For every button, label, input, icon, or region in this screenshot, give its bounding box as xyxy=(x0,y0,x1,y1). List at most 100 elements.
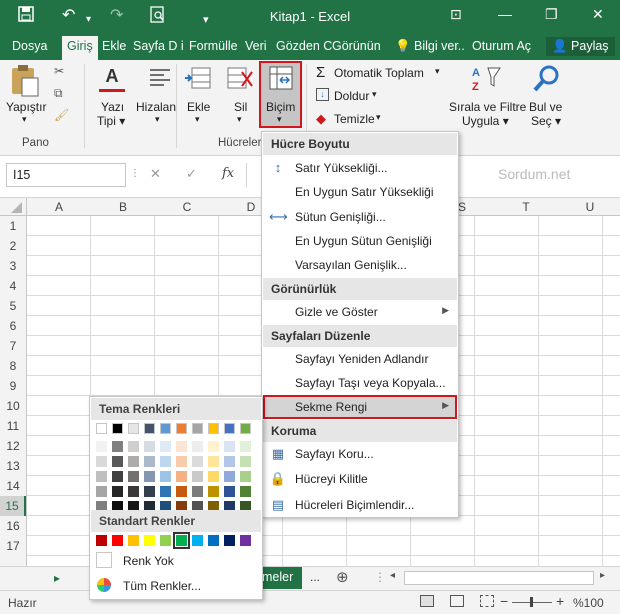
delete-dropdown-icon[interactable]: ▾ xyxy=(237,114,242,125)
column-header-a[interactable]: A xyxy=(27,200,91,214)
menu-item-default-width[interactable]: Varsayılan Genişlik... xyxy=(263,253,457,277)
page-break-view-icon[interactable] xyxy=(480,595,494,607)
insert-function-icon[interactable]: fx xyxy=(222,166,234,181)
enter-icon[interactable]: ✓ xyxy=(186,166,197,182)
theme-shade-swatch[interactable] xyxy=(240,441,251,452)
restore-icon[interactable]: ❐ xyxy=(545,6,558,23)
sign-in-link[interactable]: Oturum Aç xyxy=(472,39,531,53)
tell-me-box[interactable]: 💡 Bilgi ver.. xyxy=(395,39,465,54)
theme-shade-swatch[interactable] xyxy=(240,486,251,497)
theme-shade-swatch[interactable] xyxy=(160,441,171,452)
theme-color-swatch[interactable] xyxy=(208,423,219,434)
row-header[interactable]: 6 xyxy=(0,319,26,333)
menu-item-autofit-row-height[interactable]: En Uygun Satır Yüksekliği xyxy=(263,180,457,204)
column-header-c[interactable]: C xyxy=(155,200,219,214)
theme-color-swatch[interactable] xyxy=(112,423,123,434)
row-header[interactable]: 3 xyxy=(0,259,26,273)
hscroll-separator-icon[interactable]: ⋮ xyxy=(374,570,386,584)
theme-shade-swatch[interactable] xyxy=(176,486,187,497)
standard-color-swatch[interactable] xyxy=(192,535,203,546)
alignment-dropdown-icon[interactable]: ▾ xyxy=(155,114,160,125)
menu-item-tab-color[interactable]: Sekme Rengi ▶ xyxy=(263,395,457,419)
theme-shade-swatch[interactable] xyxy=(112,456,123,467)
clear-button[interactable]: Temizle xyxy=(334,112,375,126)
theme-shade-swatch[interactable] xyxy=(144,486,155,497)
theme-shade-swatch[interactable] xyxy=(208,456,219,467)
fill-button[interactable]: Doldur xyxy=(334,89,369,103)
standard-color-swatch[interactable] xyxy=(96,535,107,546)
row-header[interactable]: 1 xyxy=(0,219,26,233)
menu-item-autofit-column-width[interactable]: En Uygun Sütun Genişliği xyxy=(263,229,457,253)
font-button-label-2[interactable]: Tipi ▾ xyxy=(97,114,125,128)
row-header[interactable]: 2 xyxy=(0,239,26,253)
tab-giris[interactable]: Giriş xyxy=(62,36,98,60)
theme-shade-swatch[interactable] xyxy=(160,486,171,497)
theme-shade-swatch[interactable] xyxy=(112,486,123,497)
column-header-u[interactable]: U xyxy=(558,200,620,214)
scroll-left-icon[interactable]: ◂ xyxy=(390,570,404,586)
fill-dropdown-icon[interactable]: ▾ xyxy=(372,89,377,100)
standard-color-swatch[interactable] xyxy=(160,535,171,546)
select-all-corner[interactable] xyxy=(0,198,27,216)
theme-shade-swatch[interactable] xyxy=(128,441,139,452)
page-layout-view-icon[interactable] xyxy=(450,595,464,607)
tab-gozden-gecir[interactable]: Gözden C xyxy=(276,39,332,53)
cancel-icon[interactable]: ✕ xyxy=(150,166,161,182)
standard-color-swatch[interactable] xyxy=(224,535,235,546)
tab-dosya[interactable]: Dosya xyxy=(12,39,47,53)
row-header[interactable]: 8 xyxy=(0,359,26,373)
theme-shade-swatch[interactable] xyxy=(128,471,139,482)
sort-filter-button-2[interactable]: Uygula ▾ xyxy=(462,114,509,128)
theme-shade-swatch[interactable] xyxy=(224,486,235,497)
menu-item-protect-sheet[interactable]: ▦ Sayfayı Koru... xyxy=(263,442,457,466)
standard-color-swatch[interactable] xyxy=(240,535,251,546)
row-header[interactable]: 16 xyxy=(0,519,26,533)
autosum-button[interactable]: Otomatik Toplam xyxy=(334,66,424,80)
theme-color-swatch[interactable] xyxy=(176,423,187,434)
standard-color-swatch[interactable] xyxy=(112,535,123,546)
row-header-selected[interactable]: 15 xyxy=(0,496,26,516)
menu-item-rename-sheet[interactable]: Sayfayı Yeniden Adlandır xyxy=(263,347,457,371)
menu-item-column-width[interactable]: ⟷ Sütun Genişliği... xyxy=(263,205,457,229)
row-header[interactable]: 9 xyxy=(0,379,26,393)
standard-color-swatch[interactable] xyxy=(173,532,190,549)
no-color-option[interactable]: Renk Yok xyxy=(123,554,174,568)
cut-icon[interactable]: ✂ xyxy=(54,64,64,78)
standard-color-swatch[interactable] xyxy=(208,535,219,546)
find-select-button-2[interactable]: Seç ▾ xyxy=(531,114,561,128)
theme-shade-swatch[interactable] xyxy=(208,441,219,452)
zoom-in-button[interactable]: + xyxy=(556,593,564,609)
theme-shade-swatch[interactable] xyxy=(192,441,203,452)
theme-shade-swatch[interactable] xyxy=(176,441,187,452)
theme-shade-swatch[interactable] xyxy=(224,456,235,467)
theme-shade-swatch[interactable] xyxy=(208,486,219,497)
theme-shade-swatch[interactable] xyxy=(192,471,203,482)
theme-shade-swatch[interactable] xyxy=(128,456,139,467)
tab-ekle[interactable]: Ekle xyxy=(102,39,126,53)
theme-color-swatch[interactable] xyxy=(128,423,139,434)
menu-item-format-cells[interactable]: ▤ Hücreleri Biçimlendir... xyxy=(263,493,457,517)
theme-color-swatch[interactable] xyxy=(240,423,251,434)
row-header[interactable]: 13 xyxy=(0,459,26,473)
theme-shade-swatch[interactable] xyxy=(208,471,219,482)
row-header[interactable]: 12 xyxy=(0,439,26,453)
name-box[interactable]: I15 xyxy=(6,163,126,187)
font-button-label-1[interactable]: Yazı xyxy=(101,100,124,114)
menu-item-lock-cell[interactable]: 🔒 Hücreyi Kilitle xyxy=(263,467,457,491)
theme-shade-swatch[interactable] xyxy=(144,456,155,467)
theme-shade-swatch[interactable] xyxy=(160,456,171,467)
insert-button[interactable]: Ekle xyxy=(187,100,210,114)
theme-shade-swatch[interactable] xyxy=(144,471,155,482)
theme-shade-swatch[interactable] xyxy=(160,471,171,482)
theme-shade-swatch[interactable] xyxy=(240,456,251,467)
zoom-slider-thumb[interactable] xyxy=(530,597,533,607)
theme-color-swatch[interactable] xyxy=(224,423,235,434)
more-colors-option[interactable]: Tüm Renkler... xyxy=(123,579,201,593)
alignment-button[interactable]: Hizalan xyxy=(136,100,176,114)
tab-veri[interactable]: Veri xyxy=(245,39,267,53)
copy-icon[interactable]: ⧉ xyxy=(54,86,63,101)
normal-view-icon[interactable] xyxy=(420,595,434,607)
zoom-level[interactable]: %100 xyxy=(573,596,604,610)
find-select-button-1[interactable]: Bul ve xyxy=(529,100,562,114)
theme-shade-swatch[interactable] xyxy=(96,456,107,467)
